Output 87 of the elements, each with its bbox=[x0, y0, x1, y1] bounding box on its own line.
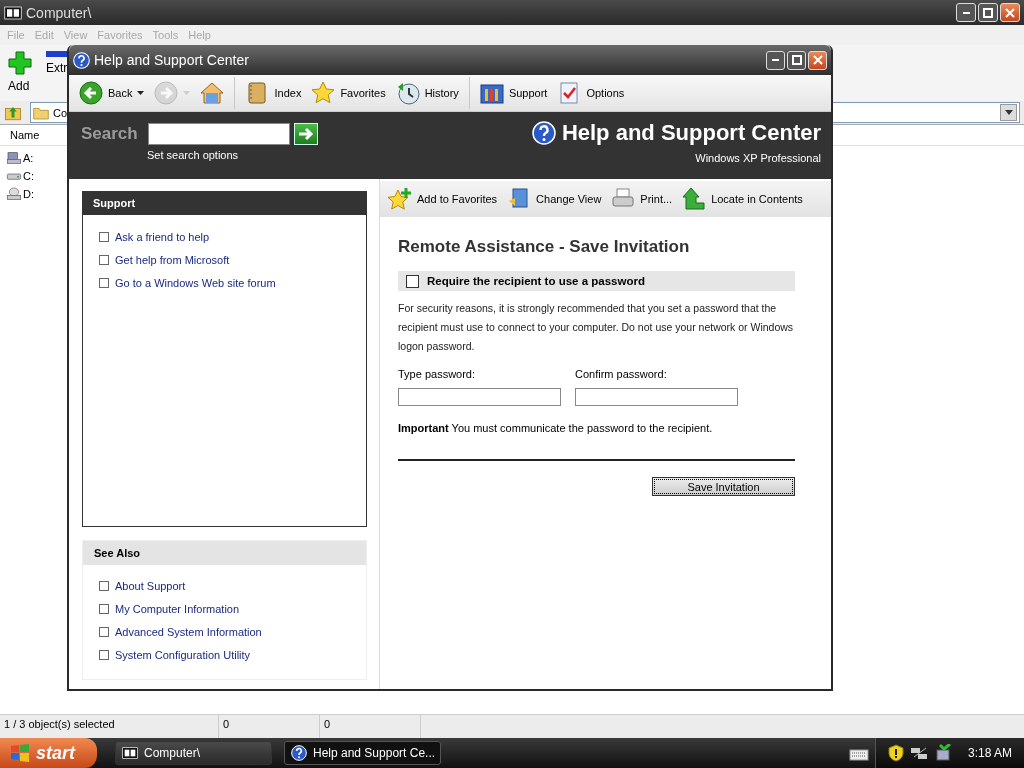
restore-button[interactable] bbox=[978, 3, 998, 22]
bullet-icon bbox=[99, 627, 109, 637]
help-link[interactable]: Advanced System Information bbox=[115, 626, 262, 638]
windows-flag-icon bbox=[10, 744, 30, 762]
drive-icon bbox=[6, 149, 22, 166]
clock-icon bbox=[395, 81, 420, 105]
search-go-button[interactable] bbox=[293, 123, 318, 145]
field-label: Type password: bbox=[398, 368, 477, 380]
star-icon bbox=[311, 81, 336, 105]
banner-title: Help and Support Center bbox=[561, 120, 821, 146]
clock[interactable]: 3:18 AM bbox=[967, 746, 1012, 760]
help-link[interactable]: About Support bbox=[115, 580, 186, 592]
help-link[interactable]: My Computer Information bbox=[115, 603, 240, 615]
maximize-button[interactable] bbox=[787, 50, 806, 70]
drive-label[interactable]: C: bbox=[23, 169, 34, 182]
bullet-icon bbox=[99, 604, 109, 614]
add-favorite-button[interactable]: Add to Favorites bbox=[386, 185, 500, 213]
toolbox-icon bbox=[479, 81, 504, 105]
search-options-link[interactable]: Set search options bbox=[147, 149, 318, 161]
bullet-icon bbox=[99, 255, 109, 265]
search-field[interactable] bbox=[147, 123, 290, 145]
taskbar-button[interactable]: Help and Support Ce... bbox=[284, 741, 441, 765]
arrow-icon bbox=[297, 127, 314, 141]
minimize-button[interactable] bbox=[766, 50, 785, 70]
disc-drive-icon bbox=[6, 185, 22, 202]
toolbar-button[interactable]: Add bbox=[8, 51, 32, 101]
history-button[interactable]: History bbox=[393, 79, 461, 107]
help-link[interactable]: Ask a friend to help bbox=[115, 231, 210, 243]
back-button[interactable]: Back bbox=[77, 79, 147, 107]
shield-icon[interactable] bbox=[887, 744, 904, 762]
plus-icon bbox=[8, 51, 32, 75]
important-note: Important You must communicate the password to the recipient. bbox=[398, 422, 714, 434]
password-checkbox[interactable] bbox=[406, 274, 419, 288]
edition-text: Windows XP Professional bbox=[695, 152, 821, 164]
panel-heading: Support bbox=[82, 191, 367, 215]
close-icon bbox=[812, 55, 823, 65]
minimize-icon bbox=[772, 59, 779, 61]
window-title: Help and Support Center bbox=[94, 52, 249, 68]
drive-label[interactable]: A: bbox=[23, 151, 34, 164]
minimize-icon bbox=[962, 11, 970, 14]
search-label: Search bbox=[81, 124, 138, 144]
password-field[interactable] bbox=[398, 388, 561, 406]
archive-icon bbox=[4, 3, 22, 22]
help-icon bbox=[73, 51, 90, 69]
dropdown-arrow-icon[interactable] bbox=[1004, 110, 1013, 115]
help-link[interactable]: Go to a Windows Web site forum bbox=[115, 277, 276, 289]
forward-icon bbox=[154, 81, 179, 105]
network-icon[interactable] bbox=[909, 745, 928, 761]
taskbar-button[interactable]: Computer\ bbox=[115, 741, 272, 765]
home-icon bbox=[200, 81, 225, 105]
drive-label[interactable]: D: bbox=[23, 187, 34, 200]
caret-icon bbox=[137, 91, 145, 95]
print-button[interactable]: Print... bbox=[609, 185, 675, 213]
options-button[interactable]: Options bbox=[555, 79, 627, 107]
close-button[interactable] bbox=[808, 50, 827, 70]
back-icon bbox=[79, 81, 103, 105]
help-icon bbox=[291, 745, 307, 761]
folder-icon bbox=[33, 105, 49, 120]
help-icon bbox=[531, 121, 556, 145]
explanation-text: For security reasons, it is strongly recommended that you set a password that the recipient must use to connect to your computer. Do not use your network or Windows logon password. bbox=[398, 301, 795, 354]
window-title: Computer\ bbox=[26, 4, 92, 21]
password-field[interactable] bbox=[575, 388, 738, 406]
column-header[interactable]: Name bbox=[10, 129, 40, 141]
arrow-icon bbox=[682, 187, 707, 211]
save-invitation-button[interactable]: Save Invitation bbox=[652, 477, 795, 496]
bullet-icon bbox=[99, 278, 109, 288]
bullet-icon bbox=[99, 232, 109, 242]
favorites-button[interactable]: Favorites bbox=[309, 79, 388, 107]
help-link[interactable]: System Configuration Utility bbox=[115, 649, 251, 661]
restore-icon bbox=[983, 7, 993, 18]
field-label: Confirm password: bbox=[575, 368, 668, 380]
archive-icon bbox=[122, 745, 138, 761]
maximize-icon bbox=[791, 55, 802, 65]
star-plus-icon bbox=[388, 187, 412, 211]
panel-heading: See Also bbox=[83, 541, 366, 565]
close-icon bbox=[1005, 7, 1015, 18]
support-button[interactable]: Support bbox=[477, 79, 550, 107]
close-button[interactable] bbox=[1000, 3, 1020, 22]
change-view-button[interactable]: Change View bbox=[505, 185, 604, 213]
locate-button[interactable]: Locate in Contents bbox=[680, 185, 805, 213]
computer-icon[interactable] bbox=[933, 744, 952, 762]
bullet-icon bbox=[99, 650, 109, 660]
help-link[interactable]: Get help from Microsoft bbox=[115, 254, 230, 266]
minimize-button[interactable] bbox=[956, 3, 976, 22]
bullet-icon bbox=[99, 581, 109, 591]
index-button[interactable]: Index bbox=[243, 79, 304, 107]
page-heading: Remote Assistance - Save Invitation bbox=[398, 237, 691, 257]
